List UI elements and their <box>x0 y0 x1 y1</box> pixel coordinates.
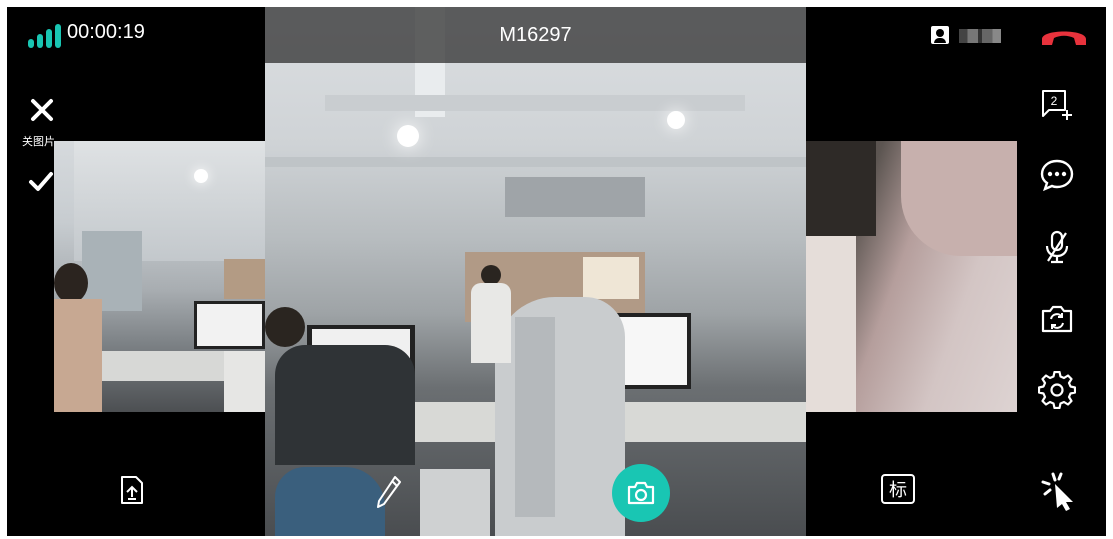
call-timer: 00:00:19 <box>67 21 145 43</box>
left-video-feed[interactable] <box>54 141 265 412</box>
top-bar: 00:00:19 M16297 <box>7 7 1106 63</box>
pencil-icon[interactable] <box>375 474 403 510</box>
room-id-title: M16297 <box>499 24 572 46</box>
hang-up-icon[interactable] <box>1040 25 1088 47</box>
mark-button[interactable]: 标 <box>881 474 915 504</box>
switch-camera-button[interactable] <box>1037 299 1077 339</box>
add-participant-button[interactable]: 2 <box>1037 84 1077 124</box>
document-upload-icon[interactable] <box>120 475 144 505</box>
chat-button[interactable] <box>1037 155 1077 195</box>
main-video-feed[interactable] <box>265 7 806 536</box>
microphone-off-icon <box>1045 230 1069 264</box>
close-image-label: 关图片 <box>22 136 55 148</box>
add-participant-icon: 2 <box>1042 90 1072 120</box>
right-video-feed[interactable] <box>806 141 1017 412</box>
camera-capture-icon <box>627 481 655 505</box>
capture-button[interactable] <box>612 464 670 522</box>
gear-icon <box>1038 371 1076 409</box>
mute-microphone-button[interactable] <box>1037 227 1077 267</box>
add-participant-badge: 2 <box>1051 94 1058 108</box>
settings-button[interactable] <box>1037 370 1077 410</box>
switch-camera-icon <box>1041 305 1073 333</box>
checkmark-icon[interactable] <box>28 169 54 195</box>
participant-name-pixelated <box>959 29 1001 43</box>
video-call-screen: 00:00:19 M16297 关图片 2 标 <box>7 7 1106 536</box>
click-pointer-icon[interactable] <box>1037 468 1081 512</box>
chat-bubble-icon <box>1040 159 1074 192</box>
participant-icon[interactable] <box>931 26 949 44</box>
close-icon[interactable] <box>29 97 55 123</box>
signal-bars-icon <box>28 24 62 48</box>
